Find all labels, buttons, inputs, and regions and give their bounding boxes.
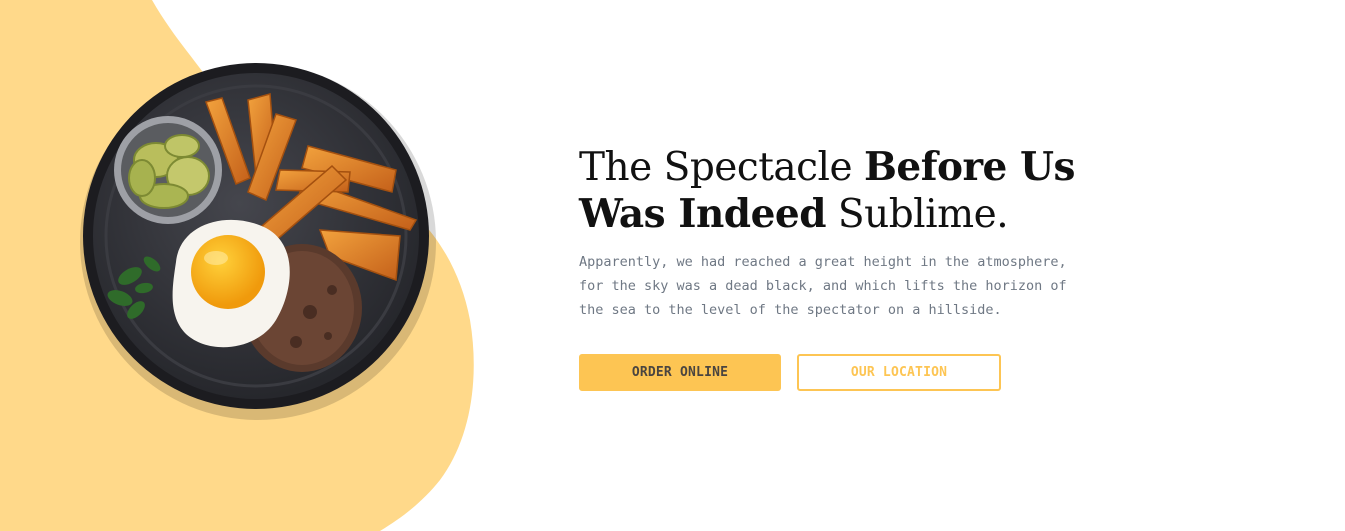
- headline-part-3: Was Indeed: [579, 191, 826, 237]
- hero-section: The Spectacle Before Us Was Indeed Sublim…: [0, 0, 1345, 531]
- headline-part-4: Sublime.: [825, 192, 1009, 237]
- headline-part-1: The Spectacle: [579, 145, 864, 190]
- hero-headline: The Spectacle Before Us Was Indeed Sublim…: [579, 144, 1119, 238]
- hero-content: The Spectacle Before Us Was Indeed Sublim…: [579, 144, 1119, 391]
- hero-description: Apparently, we had reached a great heigh…: [579, 254, 1067, 318]
- food-plate-image: [70, 50, 450, 430]
- order-online-button[interactable]: ORDER ONLINE: [579, 354, 781, 391]
- headline-part-2: Before Us: [863, 144, 1075, 190]
- hero-actions: ORDER ONLINE OUR LOCATION: [579, 354, 1119, 391]
- our-location-button[interactable]: OUR LOCATION: [797, 354, 1001, 391]
